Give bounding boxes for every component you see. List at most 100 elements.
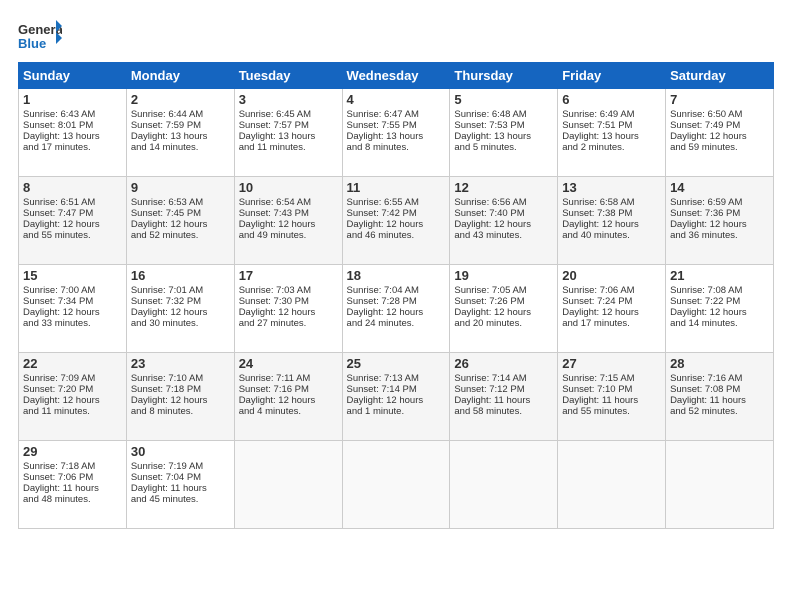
cell-line: Daylight: 12 hours bbox=[347, 395, 446, 406]
calendar-cell bbox=[450, 441, 558, 529]
cell-line: Daylight: 11 hours bbox=[562, 395, 661, 406]
cell-line: Sunset: 7:18 PM bbox=[131, 384, 230, 395]
calendar-cell: 26Sunrise: 7:14 AMSunset: 7:12 PMDayligh… bbox=[450, 353, 558, 441]
cell-line: Sunrise: 7:06 AM bbox=[562, 285, 661, 296]
day-number: 22 bbox=[23, 356, 122, 371]
cell-line: Sunset: 7:49 PM bbox=[670, 120, 769, 131]
calendar-cell: 7Sunrise: 6:50 AMSunset: 7:49 PMDaylight… bbox=[666, 89, 774, 177]
cell-line: and 27 minutes. bbox=[239, 318, 338, 329]
cell-line: Sunrise: 6:45 AM bbox=[239, 109, 338, 120]
calendar-cell: 9Sunrise: 6:53 AMSunset: 7:45 PMDaylight… bbox=[126, 177, 234, 265]
cell-line: Sunset: 7:45 PM bbox=[131, 208, 230, 219]
cell-line: and 8 minutes. bbox=[347, 142, 446, 153]
cell-line: Sunrise: 7:01 AM bbox=[131, 285, 230, 296]
day-number: 29 bbox=[23, 444, 122, 459]
cell-line: Sunset: 7:22 PM bbox=[670, 296, 769, 307]
cell-line: Daylight: 11 hours bbox=[131, 483, 230, 494]
cell-line: and 33 minutes. bbox=[23, 318, 122, 329]
calendar-cell: 27Sunrise: 7:15 AMSunset: 7:10 PMDayligh… bbox=[558, 353, 666, 441]
cell-line: Sunset: 7:04 PM bbox=[131, 472, 230, 483]
calendar-cell bbox=[342, 441, 450, 529]
weekday-header-monday: Monday bbox=[126, 63, 234, 89]
cell-line: Sunset: 7:47 PM bbox=[23, 208, 122, 219]
cell-line: Sunset: 7:53 PM bbox=[454, 120, 553, 131]
weekday-header-wednesday: Wednesday bbox=[342, 63, 450, 89]
calendar-cell: 17Sunrise: 7:03 AMSunset: 7:30 PMDayligh… bbox=[234, 265, 342, 353]
cell-line: and 17 minutes. bbox=[562, 318, 661, 329]
calendar-cell: 5Sunrise: 6:48 AMSunset: 7:53 PMDaylight… bbox=[450, 89, 558, 177]
day-number: 2 bbox=[131, 92, 230, 107]
svg-text:Blue: Blue bbox=[18, 36, 46, 51]
cell-line: Sunset: 7:59 PM bbox=[131, 120, 230, 131]
cell-line: Sunrise: 7:15 AM bbox=[562, 373, 661, 384]
cell-line: Sunset: 7:36 PM bbox=[670, 208, 769, 219]
cell-line: and 30 minutes. bbox=[131, 318, 230, 329]
cell-line: Daylight: 12 hours bbox=[454, 219, 553, 230]
cell-line: Sunset: 7:34 PM bbox=[23, 296, 122, 307]
cell-line: Daylight: 11 hours bbox=[670, 395, 769, 406]
cell-line: and 17 minutes. bbox=[23, 142, 122, 153]
day-number: 12 bbox=[454, 180, 553, 195]
day-number: 14 bbox=[670, 180, 769, 195]
day-number: 13 bbox=[562, 180, 661, 195]
cell-line: Sunset: 7:10 PM bbox=[562, 384, 661, 395]
cell-line: Sunrise: 6:51 AM bbox=[23, 197, 122, 208]
day-number: 10 bbox=[239, 180, 338, 195]
day-number: 23 bbox=[131, 356, 230, 371]
day-number: 18 bbox=[347, 268, 446, 283]
cell-line: Sunset: 7:42 PM bbox=[347, 208, 446, 219]
cell-line: Sunrise: 6:48 AM bbox=[454, 109, 553, 120]
cell-line: Sunset: 7:40 PM bbox=[454, 208, 553, 219]
cell-line: and 11 minutes. bbox=[239, 142, 338, 153]
cell-line: Sunset: 7:28 PM bbox=[347, 296, 446, 307]
cell-line: and 4 minutes. bbox=[239, 406, 338, 417]
cell-line: and 20 minutes. bbox=[454, 318, 553, 329]
cell-line: Daylight: 12 hours bbox=[239, 395, 338, 406]
cell-line: Daylight: 12 hours bbox=[23, 219, 122, 230]
cell-line: Daylight: 12 hours bbox=[670, 219, 769, 230]
weekday-header-tuesday: Tuesday bbox=[234, 63, 342, 89]
calendar-cell: 2Sunrise: 6:44 AMSunset: 7:59 PMDaylight… bbox=[126, 89, 234, 177]
weekday-header-saturday: Saturday bbox=[666, 63, 774, 89]
cell-line: and 14 minutes. bbox=[670, 318, 769, 329]
day-number: 30 bbox=[131, 444, 230, 459]
cell-line: Daylight: 12 hours bbox=[670, 131, 769, 142]
cell-line: and 11 minutes. bbox=[23, 406, 122, 417]
cell-line: Sunrise: 7:04 AM bbox=[347, 285, 446, 296]
cell-line: Sunrise: 6:44 AM bbox=[131, 109, 230, 120]
cell-line: Sunset: 7:24 PM bbox=[562, 296, 661, 307]
calendar-cell: 4Sunrise: 6:47 AMSunset: 7:55 PMDaylight… bbox=[342, 89, 450, 177]
cell-line: Daylight: 12 hours bbox=[131, 395, 230, 406]
day-number: 5 bbox=[454, 92, 553, 107]
cell-line: and 14 minutes. bbox=[131, 142, 230, 153]
cell-line: Sunset: 7:14 PM bbox=[347, 384, 446, 395]
logo-icon: General Blue bbox=[18, 18, 62, 54]
logo: General Blue bbox=[18, 18, 62, 54]
cell-line: and 46 minutes. bbox=[347, 230, 446, 241]
cell-line: Sunset: 8:01 PM bbox=[23, 120, 122, 131]
cell-line: Sunset: 7:16 PM bbox=[239, 384, 338, 395]
svg-text:General: General bbox=[18, 22, 62, 37]
cell-line: Sunset: 7:20 PM bbox=[23, 384, 122, 395]
cell-line: Daylight: 12 hours bbox=[670, 307, 769, 318]
cell-line: Sunset: 7:55 PM bbox=[347, 120, 446, 131]
day-number: 7 bbox=[670, 92, 769, 107]
cell-line: and 58 minutes. bbox=[454, 406, 553, 417]
cell-line: and 45 minutes. bbox=[131, 494, 230, 505]
calendar-cell: 14Sunrise: 6:59 AMSunset: 7:36 PMDayligh… bbox=[666, 177, 774, 265]
cell-line: Sunset: 7:12 PM bbox=[454, 384, 553, 395]
day-number: 25 bbox=[347, 356, 446, 371]
day-number: 17 bbox=[239, 268, 338, 283]
cell-line: and 55 minutes. bbox=[562, 406, 661, 417]
cell-line: Sunrise: 7:10 AM bbox=[131, 373, 230, 384]
cell-line: Sunrise: 7:13 AM bbox=[347, 373, 446, 384]
cell-line: Daylight: 12 hours bbox=[562, 307, 661, 318]
day-number: 15 bbox=[23, 268, 122, 283]
cell-line: Sunrise: 6:55 AM bbox=[347, 197, 446, 208]
cell-line: Sunrise: 7:08 AM bbox=[670, 285, 769, 296]
calendar-cell: 3Sunrise: 6:45 AMSunset: 7:57 PMDaylight… bbox=[234, 89, 342, 177]
cell-line: Sunrise: 7:05 AM bbox=[454, 285, 553, 296]
day-number: 20 bbox=[562, 268, 661, 283]
calendar-cell: 6Sunrise: 6:49 AMSunset: 7:51 PMDaylight… bbox=[558, 89, 666, 177]
calendar-cell: 16Sunrise: 7:01 AMSunset: 7:32 PMDayligh… bbox=[126, 265, 234, 353]
